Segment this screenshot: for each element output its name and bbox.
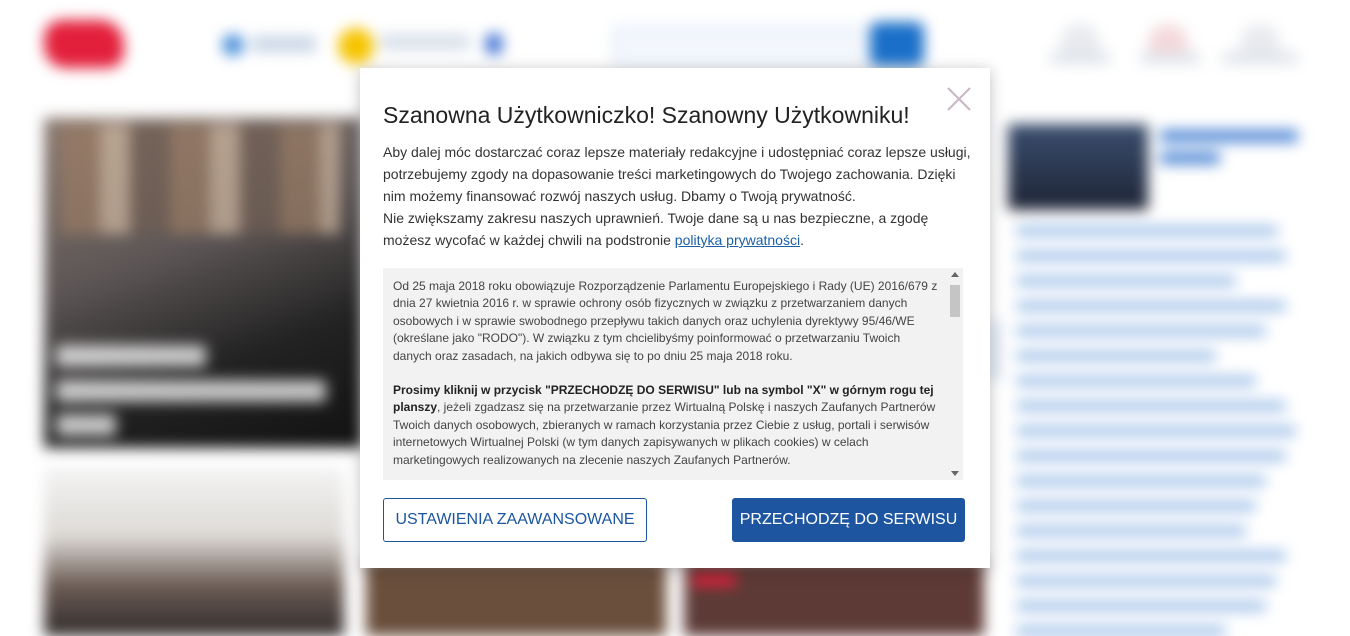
close-button[interactable] xyxy=(944,84,974,114)
dialog-intro: Aby dalej móc dostarczać coraz lepsze ma… xyxy=(383,141,973,251)
side-link xyxy=(1016,401,1286,411)
nav-label xyxy=(1050,52,1110,64)
weather-icon xyxy=(222,34,244,56)
legal-text-rest: , jeżeli zgadzasz się na przetwarzanie p… xyxy=(393,400,936,467)
intro-text-end: . xyxy=(800,232,804,248)
side-link xyxy=(1016,626,1226,636)
side-link xyxy=(1016,501,1256,511)
legal-paragraph: Prosimy kliknij w przycisk "PRZECHODZĘ D… xyxy=(393,382,938,469)
intro-paragraph-2: Nie zwiększamy zakresu naszych uprawnień… xyxy=(383,207,973,251)
nav-label xyxy=(1222,52,1298,64)
side-link xyxy=(1016,426,1296,436)
side-link xyxy=(1016,526,1246,536)
scroll-down-arrow-icon[interactable] xyxy=(951,471,959,476)
advanced-settings-button[interactable]: USTAWIENIA ZAAWANSOWANE xyxy=(383,498,647,542)
divider xyxy=(990,320,1000,380)
hero-title-line xyxy=(56,345,206,367)
side-link xyxy=(1016,576,1276,586)
legal-text: Od 25 maja 2018 roku obowiązuje Rozporzą… xyxy=(393,278,938,480)
side-article-title xyxy=(1160,130,1298,142)
intro-paragraph: Aby dalej móc dostarczać coraz lepsze ma… xyxy=(383,144,971,204)
hero-title-line xyxy=(56,380,326,402)
side-link xyxy=(1016,251,1286,261)
side-link xyxy=(1016,351,1216,361)
side-link xyxy=(1016,551,1286,561)
sun-icon xyxy=(338,28,374,64)
scroll-up-arrow-icon[interactable] xyxy=(951,272,959,277)
weather-text xyxy=(252,36,316,52)
side-link xyxy=(1016,601,1266,611)
search-button xyxy=(870,22,924,66)
proceed-to-site-button[interactable]: PRZECHODZĘ DO SERWISU xyxy=(732,498,965,542)
brand-logo xyxy=(44,20,124,68)
side-link xyxy=(1016,476,1266,486)
nav-label xyxy=(1140,52,1200,64)
article-image xyxy=(366,560,666,636)
side-link xyxy=(1016,226,1278,236)
scrollbar[interactable] xyxy=(947,268,963,480)
article-badge xyxy=(692,574,736,586)
side-link xyxy=(1016,451,1286,461)
side-article-image xyxy=(1008,124,1148,210)
widget-icon xyxy=(486,34,502,54)
dialog-title: Szanowna Użytkowniczko! Szanowny Użytkow… xyxy=(383,102,910,128)
article-image xyxy=(44,468,344,636)
legal-text-scroll-area[interactable]: Od 25 maja 2018 roku obowiązuje Rozporzą… xyxy=(383,268,963,480)
side-link xyxy=(1016,326,1266,336)
hero-image-detail xyxy=(60,124,340,234)
scrollbar-thumb[interactable] xyxy=(950,285,960,317)
weather-widget-text xyxy=(380,34,470,50)
hero-title-line xyxy=(56,414,116,436)
intro-text: Nie zwiększamy zakresu naszych uprawnień… xyxy=(383,210,929,248)
consent-dialog: Szanowna Użytkowniczko! Szanowny Użytkow… xyxy=(360,68,990,568)
search-input xyxy=(612,26,886,68)
side-link xyxy=(1016,301,1286,311)
article-image xyxy=(684,560,984,636)
side-link xyxy=(1016,376,1256,386)
side-article-title xyxy=(1160,152,1220,164)
privacy-policy-link[interactable]: polityka prywatności xyxy=(675,232,800,248)
side-link xyxy=(1016,276,1236,286)
close-icon xyxy=(947,87,971,111)
legal-paragraph: Od 25 maja 2018 roku obowiązuje Rozporzą… xyxy=(393,279,938,363)
